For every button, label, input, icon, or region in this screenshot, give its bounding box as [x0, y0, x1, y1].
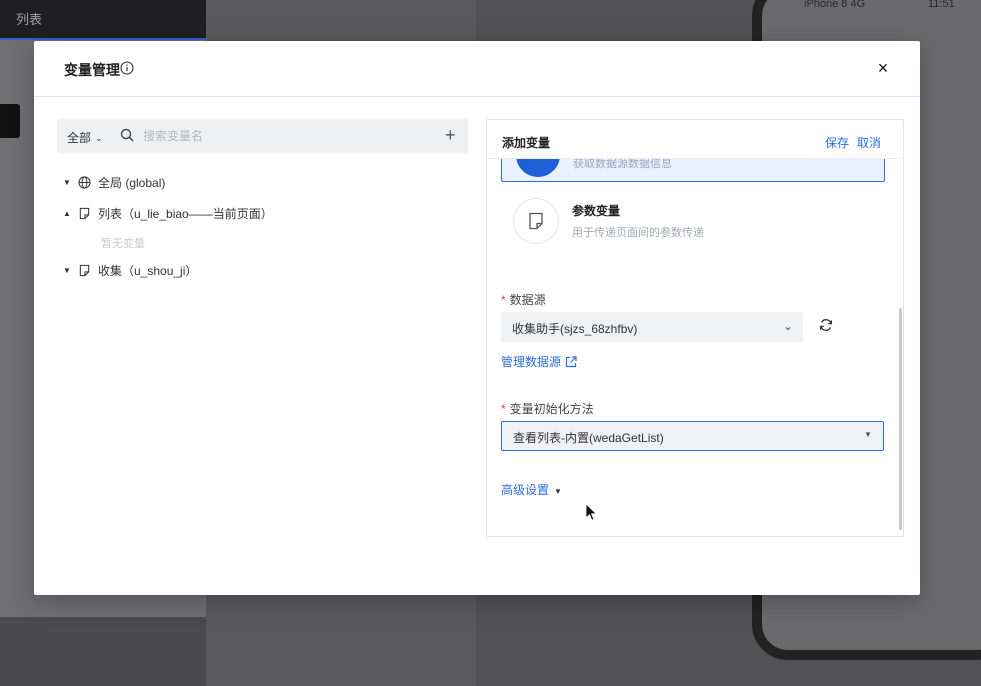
- search-icon: [120, 128, 134, 142]
- save-button[interactable]: 保存: [825, 134, 849, 151]
- add-variable-icon[interactable]: +: [445, 126, 456, 144]
- manage-datasource-label: 管理数据源: [501, 355, 562, 369]
- chevron-down-icon: ⌄: [95, 133, 103, 143]
- empty-variables-text: 暂无变量: [101, 238, 145, 250]
- globe-icon: [78, 175, 91, 189]
- variable-toolbar: 全部⌄ +: [57, 119, 468, 153]
- caret-down-icon[interactable]: ▼: [62, 266, 72, 275]
- tree-item-collect-page[interactable]: ▼ 收集（u_shou_ji）: [62, 261, 197, 279]
- init-method-select-value: 查看列表-内置(wedaGetList): [513, 431, 664, 445]
- sidebar-toggle: [0, 104, 20, 138]
- mouse-cursor-icon: [585, 503, 597, 521]
- param-variable-option[interactable]: 参数变量 用于传递页面间的参数传递: [501, 186, 883, 244]
- scope-filter-dropdown[interactable]: 全部 ⌄: [67, 129, 103, 146]
- option-title: 参数变量: [572, 204, 621, 218]
- add-variable-panel: 添加变量 保存 取消 获取数据源数据信息 参数变量 用于传递页面间的参数传递 *…: [486, 119, 904, 537]
- tree-item-label: 全局 (global): [98, 175, 166, 190]
- phone-time: 11:51: [928, 0, 955, 10]
- init-method-label: * 变量初始化方法: [501, 402, 594, 416]
- page-icon: [79, 207, 90, 219]
- manage-datasource-link[interactable]: 管理数据源: [501, 353, 577, 370]
- caret-up-icon[interactable]: ▲: [62, 209, 72, 218]
- variable-search-input[interactable]: [143, 126, 413, 146]
- chevron-down-icon: ⌄: [783, 319, 794, 333]
- refresh-icon[interactable]: [819, 318, 833, 332]
- caret-down-icon: ▼: [554, 487, 562, 496]
- add-variable-title: 添加变量: [502, 136, 551, 150]
- caret-down-icon: ▼: [864, 430, 872, 439]
- panel-scrollbar[interactable]: [899, 308, 902, 530]
- advanced-settings-label: 高级设置: [501, 483, 550, 497]
- scope-filter-label: 全部: [67, 131, 92, 145]
- close-icon[interactable]: ×: [874, 59, 892, 77]
- add-variable-header: 添加变量 保存 取消: [487, 120, 903, 159]
- page-icon: [79, 264, 90, 276]
- caret-down-icon[interactable]: ▼: [62, 178, 72, 187]
- tree-item-label: 列表（u_lie_biao——当前页面）: [98, 206, 273, 221]
- dialog-title: 变量管理: [64, 62, 120, 78]
- phone-status-bar: iPhone 8 4G 11:51: [800, 0, 981, 14]
- param-variable-icon: [513, 198, 559, 244]
- init-method-select[interactable]: 查看列表-内置(wedaGetList) ▼: [501, 421, 884, 451]
- dialog-header: 变量管理 ×: [34, 41, 920, 97]
- tree-item-list-page[interactable]: ▲ 列表（u_lie_biao——当前页面）: [62, 204, 273, 222]
- datasource-label: * 数据源: [501, 293, 546, 307]
- external-link-icon: [565, 355, 577, 367]
- tree-item-label: 收集（u_shou_ji）: [98, 263, 198, 278]
- option-description: 用于传递页面间的参数传递: [572, 227, 704, 239]
- datasource-select-value: 收集助手(sjzs_68zhfbv): [512, 322, 638, 336]
- phone-carrier: iPhone 8 4G: [804, 0, 866, 10]
- advanced-settings-toggle[interactable]: 高级设置 ▼: [501, 481, 562, 498]
- editor-sidebar-header: 列表: [0, 0, 206, 40]
- page-icon: [529, 212, 543, 230]
- variable-management-dialog: 变量管理 × 全部⌄ + ▼ 全局 (global) ▲ 列表（u_: [34, 41, 920, 595]
- sidebar-title: 列表: [16, 12, 43, 27]
- datasource-select[interactable]: 收集助手(sjzs_68zhfbv) ⌄: [501, 312, 803, 342]
- info-icon[interactable]: [120, 61, 134, 75]
- cancel-button[interactable]: 取消: [857, 134, 881, 151]
- tree-item-global[interactable]: ▼ 全局 (global): [62, 173, 165, 191]
